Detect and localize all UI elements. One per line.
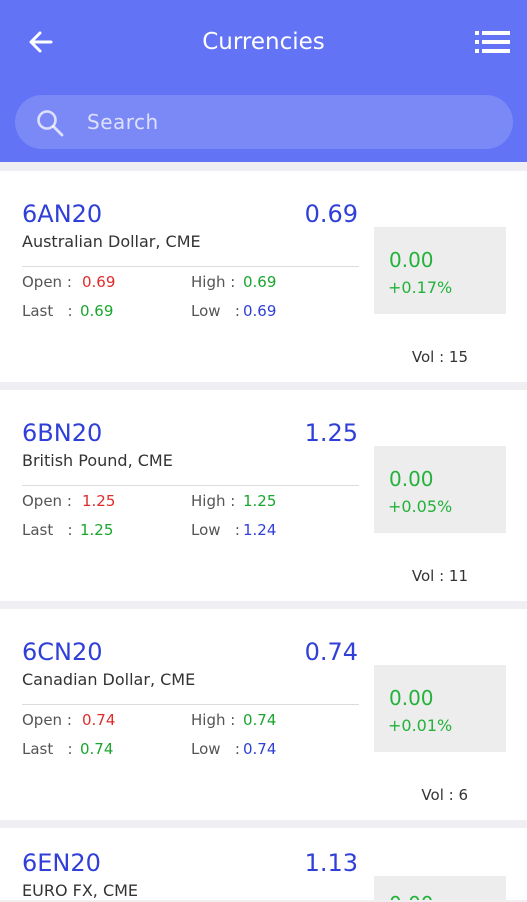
change-percent: +0.17% xyxy=(388,278,453,297)
change-value: 0.00 xyxy=(389,467,434,491)
search-bar[interactable] xyxy=(15,95,513,149)
open-value: 1.25 xyxy=(82,492,116,510)
contract-symbol: 6AN20 xyxy=(22,200,103,228)
list-icon xyxy=(475,31,510,53)
open-label: Open : xyxy=(22,711,77,729)
high-label: High : xyxy=(191,492,241,510)
change-value: 0.00 xyxy=(389,892,434,900)
contract-price: 0.69 xyxy=(304,200,358,228)
contract-name: Australian Dollar, CME xyxy=(22,232,201,251)
last-value: 1.25 xyxy=(80,521,114,539)
open-label: Open : xyxy=(22,492,77,510)
volume-value: 15 xyxy=(448,348,468,366)
low-value: 0.74 xyxy=(243,740,277,758)
currency-card-6BN20[interactable]: 6BN20 1.25 British Pound, CME Open : 1.2… xyxy=(0,390,527,601)
low-value: 0.69 xyxy=(243,302,277,320)
search-icon xyxy=(37,110,64,137)
open-value: 0.69 xyxy=(82,273,116,291)
divider xyxy=(22,704,359,705)
change-percent: +0.01% xyxy=(388,716,453,735)
search-input[interactable] xyxy=(85,105,489,139)
change-box: 0.00 +0.01% xyxy=(374,665,506,752)
volume: Vol : 6 xyxy=(421,785,468,805)
change-percent: +0.05% xyxy=(388,497,453,516)
low-value: 1.24 xyxy=(243,521,277,539)
contract-name: British Pound, CME xyxy=(22,451,173,470)
contract-symbol: 6BN20 xyxy=(22,419,103,447)
last-value: 0.69 xyxy=(80,302,114,320)
currency-card-6CN20[interactable]: 6CN20 0.74 Canadian Dollar, CME Open : 0… xyxy=(0,609,527,820)
contract-symbol: 6CN20 xyxy=(22,638,103,666)
volume-label: Vol : xyxy=(421,786,459,804)
high-value: 0.74 xyxy=(243,711,277,729)
contract-name: Canadian Dollar, CME xyxy=(22,670,196,689)
volume: Vol : 15 xyxy=(412,347,468,367)
contract-name: EURO FX, CME xyxy=(22,881,139,900)
page-title: Currencies xyxy=(202,29,325,55)
contract-price: 1.25 xyxy=(304,419,358,447)
currency-card-6AN20[interactable]: 6AN20 0.69 Australian Dollar, CME Open :… xyxy=(0,171,527,382)
high-label: High : xyxy=(191,273,241,291)
low-label: Low : xyxy=(191,521,245,539)
high-label: High : xyxy=(191,711,241,729)
volume: Vol : 11 xyxy=(412,566,468,586)
volume-value: 11 xyxy=(448,567,468,585)
contract-price: 0.74 xyxy=(304,638,358,666)
last-value: 0.74 xyxy=(80,740,114,758)
last-label: Last : xyxy=(22,740,78,758)
app-header: Currencies xyxy=(0,0,527,162)
high-value: 1.25 xyxy=(243,492,277,510)
last-label: Last : xyxy=(22,521,78,539)
volume-label: Vol : xyxy=(411,567,449,585)
menu-button[interactable] xyxy=(474,28,512,56)
contract-symbol: 6EN20 xyxy=(22,849,101,877)
high-value: 0.69 xyxy=(243,273,277,291)
divider xyxy=(22,266,359,267)
open-label: Open : xyxy=(22,273,77,291)
change-value: 0.00 xyxy=(389,248,434,272)
currency-card-6EN20[interactable]: 6EN20 1.13 EURO FX, CME 0.00 xyxy=(0,828,527,900)
open-value: 0.74 xyxy=(82,711,116,729)
contract-price: 1.13 xyxy=(304,849,358,877)
volume-value: 6 xyxy=(458,786,468,804)
low-label: Low : xyxy=(191,740,245,758)
change-box: 0.00 xyxy=(374,876,506,900)
change-box: 0.00 +0.05% xyxy=(374,446,506,533)
change-value: 0.00 xyxy=(389,686,434,710)
volume-label: Vol : xyxy=(411,348,449,366)
last-label: Last : xyxy=(22,302,78,320)
divider xyxy=(22,485,359,486)
low-label: Low : xyxy=(191,302,245,320)
change-box: 0.00 +0.17% xyxy=(374,227,506,314)
